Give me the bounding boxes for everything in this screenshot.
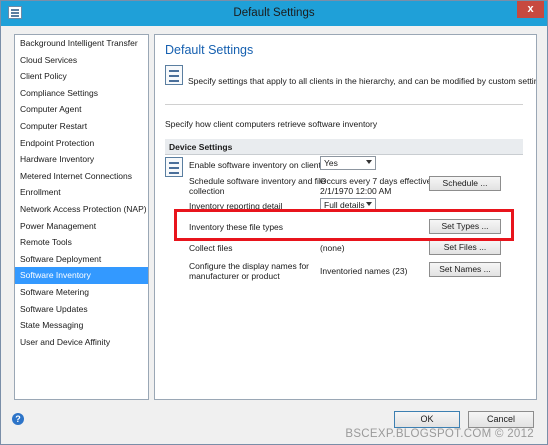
set-types-button[interactable]: Set Types ... [429, 219, 501, 234]
header-divider [165, 104, 523, 105]
sidebar-item-remote-tools[interactable]: Remote Tools [15, 234, 148, 251]
watermark: BSCEXP.BLOGSPOT.COM © 2012 [345, 428, 534, 440]
reporting-detail-label: Inventory reporting detail [189, 201, 283, 211]
sidebar-item-software-updates[interactable]: Software Updates [15, 301, 148, 318]
chevron-down-icon [366, 202, 372, 206]
device-settings-title: Device Settings [169, 142, 233, 152]
sidebar: Background Intelligent Transfer Cloud Se… [14, 34, 149, 400]
sidebar-item-hardware-inventory[interactable]: Hardware Inventory [15, 151, 148, 168]
sidebar-item-software-deployment[interactable]: Software Deployment [15, 251, 148, 268]
section-description: Specify how client computers retrieve so… [165, 119, 378, 129]
close-button[interactable]: x [517, 1, 544, 18]
schedule-button[interactable]: Schedule ... [429, 176, 501, 191]
title-bar[interactable]: Default Settings x [1, 1, 547, 26]
chevron-down-icon [366, 160, 372, 164]
file-types-label: Inventory these file types [189, 222, 284, 232]
set-names-button[interactable]: Set Names ... [429, 262, 501, 277]
cancel-button[interactable]: Cancel [468, 411, 534, 428]
page-description: Specify settings that apply to all clien… [188, 76, 537, 86]
sidebar-item-nap[interactable]: Network Access Protection (NAP) [15, 201, 148, 218]
sidebar-item-computer-agent[interactable]: Computer Agent [15, 101, 148, 118]
sidebar-item-metered-connections[interactable]: Metered Internet Connections [15, 168, 148, 185]
display-names-label-line2: manufacturer or product [189, 271, 280, 281]
schedule-value-line2: 2/1/1970 12:00 AM [320, 186, 392, 196]
page-title: Default Settings [165, 43, 254, 57]
enable-inventory-label: Enable software inventory on clients [189, 160, 326, 170]
display-names-label-line1: Configure the display names for [189, 261, 310, 271]
sidebar-item-enrollment[interactable]: Enrollment [15, 184, 148, 201]
enable-inventory-select[interactable]: Yes [320, 156, 376, 170]
window-title: Default Settings [233, 7, 315, 19]
reporting-detail-value: Full details [324, 200, 365, 210]
schedule-value-line1: Occurs every 7 days effective [320, 176, 432, 186]
reporting-detail-select[interactable]: Full details [320, 198, 376, 212]
collect-files-value: (none) [320, 243, 345, 253]
collect-files-label: Collect files [189, 243, 233, 253]
sidebar-item-compliance-settings[interactable]: Compliance Settings [15, 85, 148, 102]
settings-window: Default Settings x Background Intelligen… [0, 0, 548, 445]
sidebar-item-computer-restart[interactable]: Computer Restart [15, 118, 148, 135]
sidebar-item-user-device-affinity[interactable]: User and Device Affinity [15, 334, 148, 351]
sidebar-item-bits[interactable]: Background Intelligent Transfer [15, 35, 148, 52]
device-settings-header: Device Settings [165, 139, 523, 155]
sidebar-item-software-inventory[interactable]: Software Inventory [15, 267, 148, 284]
sidebar-item-software-metering[interactable]: Software Metering [15, 284, 148, 301]
help-icon[interactable]: ? [12, 413, 24, 425]
ok-button[interactable]: OK [394, 411, 460, 428]
device-settings-icon [165, 157, 183, 177]
schedule-label-line1: Schedule software inventory and file [189, 176, 326, 186]
sidebar-item-client-policy[interactable]: Client Policy [15, 68, 148, 85]
display-names-value: Inventoried names (23) [320, 266, 408, 276]
sidebar-item-endpoint-protection[interactable]: Endpoint Protection [15, 135, 148, 152]
sidebar-item-state-messaging[interactable]: State Messaging [15, 317, 148, 334]
set-files-button[interactable]: Set Files ... [429, 240, 501, 255]
checklist-icon [165, 65, 183, 85]
schedule-label-line2: collection [189, 186, 225, 196]
sidebar-item-cloud-services[interactable]: Cloud Services [15, 52, 148, 69]
enable-inventory-value: Yes [324, 158, 338, 168]
settings-content-panel: Default Settings Specify settings that a… [154, 34, 537, 400]
sidebar-item-power-management[interactable]: Power Management [15, 218, 148, 235]
